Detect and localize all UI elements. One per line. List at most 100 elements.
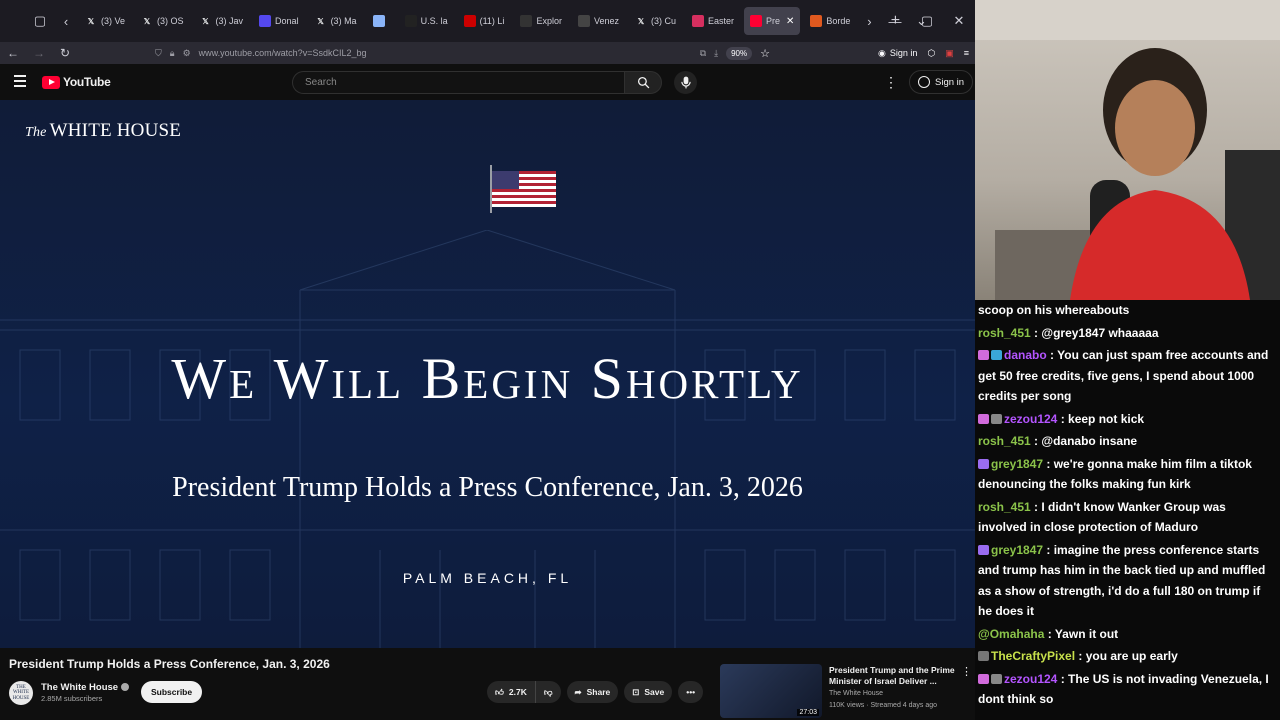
browser-tab[interactable]: 𝕏 (3) Ve: [79, 7, 131, 35]
chat-username[interactable]: danabo: [1004, 348, 1047, 362]
tab-label: Venez: [593, 16, 619, 26]
app-menu-icon[interactable]: ≡: [964, 48, 969, 58]
search-button[interactable]: [624, 71, 662, 94]
stream-location: PALM BEACH, FL: [402, 570, 573, 586]
close-window-icon[interactable]: ✕: [943, 13, 975, 29]
youtube-play-icon: [42, 75, 60, 89]
chat-separator: :: [1030, 325, 1042, 340]
settings-kebab-icon[interactable]: ⋮: [884, 74, 898, 91]
tab-overview-icon[interactable]: ▢: [27, 8, 53, 34]
browser-tab[interactable]: Explor: [514, 7, 568, 35]
chat-username[interactable]: @Omahaha: [978, 627, 1044, 641]
globe-icon: [810, 15, 823, 27]
address-bar[interactable]: ⛉ 🔒︎ ⚙︎ www.youtube.com/watch?v=SsdkCIL2…: [155, 42, 770, 64]
search-input[interactable]: [293, 72, 624, 93]
chat-text: you are up early: [1085, 649, 1178, 663]
youtube-signin-button[interactable]: Sign in: [909, 70, 974, 94]
browser-tab[interactable]: (11) Li: [458, 7, 511, 35]
channel-name[interactable]: The White House: [41, 682, 130, 693]
extensions-icon[interactable]: ⬡: [927, 48, 935, 59]
minimize-icon[interactable]: —: [879, 14, 911, 29]
share-button[interactable]: ➦ Share: [566, 681, 619, 703]
tab-label: (11) Li: [479, 16, 505, 26]
recommended-thumbnail[interactable]: 27:03: [720, 664, 822, 718]
reload-icon[interactable]: ↻: [52, 46, 78, 60]
chat-separator: :: [1030, 434, 1042, 448]
download-icon[interactable]: ⤓: [714, 48, 718, 59]
chat-message: grey1847 : we're gonna make him film a t…: [978, 454, 1277, 495]
chat-badge-icon: [978, 673, 989, 684]
browser-tab[interactable]: Pre ✕: [744, 7, 801, 35]
video-player[interactable]: The WHITE HOUSE We Will Begin Shortly Pre…: [0, 100, 975, 648]
browser-tab[interactable]: Borde: [804, 7, 856, 35]
chat-badge-icon: [978, 544, 989, 555]
chat-username[interactable]: rosh_451: [978, 500, 1031, 514]
channel-row: THE WHITE HOUSE The White House 2.85M su…: [9, 679, 709, 705]
chat-badge-icon: [978, 350, 989, 360]
tab-label: (3) Jav: [215, 16, 244, 26]
chat-message: @Omahaha : Yawn it out: [978, 624, 1277, 645]
chat-separator: :: [1030, 499, 1042, 514]
voice-search-button[interactable]: [674, 71, 697, 94]
browser-tab[interactable]: Venez: [572, 7, 625, 35]
browser-window: ▢ ‹ 𝕏 (3) Ve 𝕏 (3) OS 𝕏 (3) Jav Donal 𝕏 (3) Ma U.…: [0, 0, 975, 720]
forward-icon[interactable]: →: [26, 46, 52, 60]
browser-tab[interactable]: 𝕏 (3) Ma: [309, 7, 363, 35]
browser-tab[interactable]: 𝕏 (3) Jav: [194, 7, 250, 35]
back-icon[interactable]: ←: [0, 46, 26, 60]
chat-separator: :: [1044, 626, 1055, 641]
extension-badge-icon[interactable]: ▣: [945, 48, 954, 59]
close-tab-icon[interactable]: ✕: [786, 16, 794, 27]
chat-username[interactable]: TheCraftyPixel: [991, 649, 1075, 663]
like-button[interactable]: 👍︎ 2.7K: [487, 681, 536, 703]
chat-message: zezou124 : keep not kick: [978, 409, 1277, 430]
chat-username[interactable]: rosh_451: [978, 434, 1031, 448]
subscribe-button[interactable]: Subscribe: [141, 681, 203, 703]
chat-username[interactable]: rosh_451: [978, 326, 1031, 340]
account-icon[interactable]: ◉: [878, 48, 886, 59]
url-text[interactable]: www.youtube.com/watch?v=SsdkCIL2_bg: [199, 48, 692, 58]
recommended-menu-icon[interactable]: ⋮: [961, 665, 972, 678]
verified-icon: [121, 683, 130, 692]
browser-tab[interactable]: U.S. la: [399, 7, 454, 35]
app-icon: [372, 15, 385, 27]
zoom-level[interactable]: 90%: [726, 46, 753, 60]
more-actions-button[interactable]: •••: [678, 681, 704, 703]
browser-signin-label[interactable]: Sign in: [890, 48, 918, 58]
youtube-logo[interactable]: YouTube: [42, 75, 111, 89]
permissions-icon[interactable]: ⚙︎: [183, 48, 191, 59]
cnn-icon: [463, 15, 476, 27]
tab-bar: ▢ ‹ 𝕏 (3) Ve 𝕏 (3) OS 𝕏 (3) Jav Donal 𝕏 (3) Ma U.…: [0, 0, 975, 42]
chat-text: @grey1847 whaaaaa: [1041, 325, 1159, 340]
chat-username[interactable]: grey1847: [991, 457, 1043, 471]
x-icon: 𝕏: [637, 16, 645, 26]
browser-tab[interactable]: [367, 7, 395, 35]
chat-username[interactable]: grey1847: [991, 543, 1043, 557]
chat-username[interactable]: zezou124: [1004, 412, 1057, 426]
l-icon: [692, 15, 704, 27]
browser-tab[interactable]: 𝕏 (3) Cu: [629, 7, 682, 35]
chat-username[interactable]: zezou124: [1004, 672, 1057, 686]
tab-label: Borde: [826, 16, 851, 26]
chat-separator: :: [1043, 542, 1054, 557]
headline-we-will-begin-shortly: We Will Begin Shortly: [171, 346, 804, 411]
browser-tab[interactable]: 𝕏 (3) OS: [135, 7, 190, 35]
recommended-video[interactable]: 27:03 President Trump and the Prime Mini…: [720, 662, 975, 720]
tab-label: (3) Cu: [650, 16, 676, 26]
guide-menu-icon[interactable]: [14, 75, 26, 90]
maximize-icon[interactable]: ▢: [911, 13, 943, 29]
bookmark-star-icon[interactable]: ☆: [760, 47, 770, 60]
pip-icon[interactable]: ⧉: [700, 48, 706, 59]
lock-icon[interactable]: 🔒︎: [170, 48, 175, 59]
browser-tab[interactable]: Easter: [686, 7, 740, 35]
channel-avatar[interactable]: THE WHITE HOUSE: [9, 681, 33, 705]
recommended-title[interactable]: President Trump and the Prime Minister o…: [829, 665, 959, 686]
scroll-tabs-left-icon[interactable]: ‹: [53, 8, 79, 34]
shield-icon[interactable]: ⛉: [155, 48, 162, 59]
us-flag-icon: [490, 165, 556, 213]
dislike-button[interactable]: 👎︎: [535, 681, 561, 703]
recommended-channel: The White House: [829, 690, 884, 697]
browser-tab[interactable]: Donal: [253, 7, 305, 35]
save-button[interactable]: ⊡ Save: [624, 681, 673, 703]
youtube-signin-label: Sign in: [935, 76, 965, 88]
